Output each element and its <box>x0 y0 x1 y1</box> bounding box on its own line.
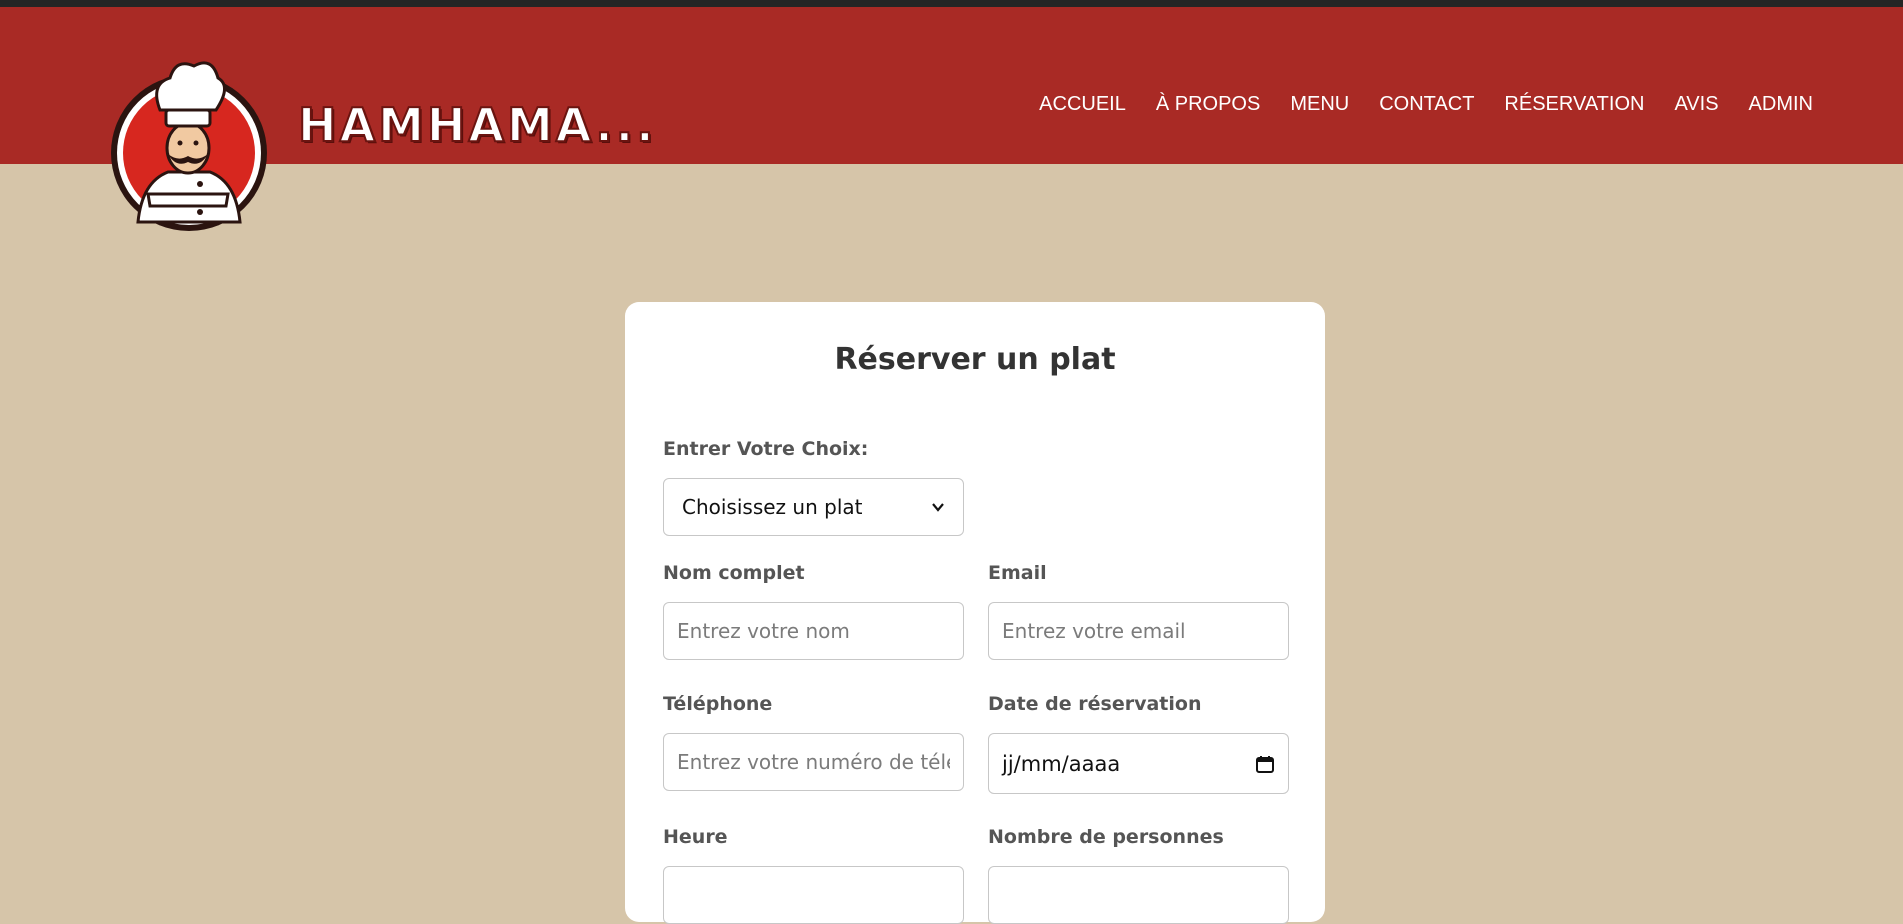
chevron-down-icon <box>932 503 944 512</box>
name-input[interactable] <box>663 602 964 660</box>
date-input[interactable]: jj/mm/aaaa <box>988 733 1289 794</box>
phone-label: Téléphone <box>663 693 773 715</box>
email-label: Email <box>988 562 1047 584</box>
email-input[interactable] <box>988 602 1289 660</box>
nav-admin[interactable]: ADMIN <box>1749 93 1813 116</box>
nav-accueil[interactable]: ACCUEIL <box>1039 93 1126 116</box>
people-input[interactable] <box>988 866 1289 924</box>
nav-contact[interactable]: CONTACT <box>1379 93 1474 116</box>
phone-input[interactable] <box>663 733 964 791</box>
date-input-value: jj/mm/aaaa <box>1002 751 1121 776</box>
people-label: Nombre de personnes <box>988 826 1224 848</box>
nav-reservation[interactable]: RÉSERVATION <box>1504 93 1644 116</box>
nav-a-propos[interactable]: À PROPOS <box>1156 93 1260 116</box>
nav-menu[interactable]: MENU <box>1290 93 1349 116</box>
date-label: Date de réservation <box>988 693 1202 715</box>
browser-top-strip <box>0 0 1903 7</box>
name-label: Nom complet <box>663 562 805 584</box>
form-title: Réserver un plat <box>834 342 1116 377</box>
dish-select-value: Choisissez un plat <box>682 495 863 519</box>
main-nav: ACCUEIL À PROPOS MENU CONTACT RÉSERVATIO… <box>1009 93 1813 116</box>
time-input[interactable] <box>663 866 964 924</box>
chef-mascot-icon <box>111 61 267 231</box>
nav-avis[interactable]: AVIS <box>1674 93 1718 116</box>
chef-logo[interactable] <box>108 44 270 234</box>
reservation-card: Réserver un plat Entrer Votre Choix: Cho… <box>625 302 1325 924</box>
brand-name[interactable]: HAMHAMA... <box>297 97 657 153</box>
choice-label: Entrer Votre Choix: <box>663 438 869 460</box>
calendar-icon[interactable] <box>1255 754 1275 774</box>
dish-select[interactable]: Choisissez un plat <box>663 478 964 536</box>
time-label: Heure <box>663 826 728 848</box>
navbar: ACCUEIL À PROPOS MENU CONTACT RÉSERVATIO… <box>0 7 1903 164</box>
